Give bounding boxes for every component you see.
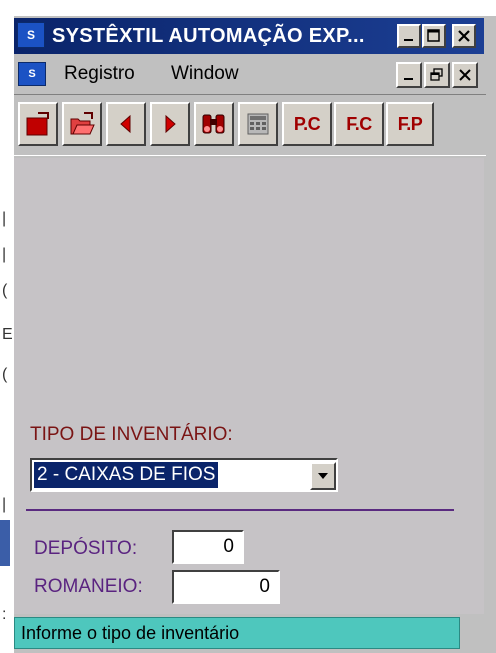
fc-button[interactable]: F.C	[334, 102, 384, 146]
section-divider	[26, 509, 454, 511]
open-record-button[interactable]	[62, 102, 102, 146]
arrow-left-icon	[120, 114, 131, 134]
background-glyph: (	[2, 366, 8, 383]
folder-red-icon	[26, 112, 49, 136]
tipo-inventario-label: TIPO DE INVENTÁRIO:	[30, 424, 233, 445]
chevron-down-icon	[318, 473, 328, 479]
menu-registro[interactable]: Registro	[64, 60, 135, 88]
background-glyph: |	[2, 496, 7, 513]
fp-label: F.P	[397, 113, 423, 134]
child-close-button[interactable]	[452, 62, 478, 88]
maximize-icon	[427, 29, 440, 42]
minimize-icon	[404, 39, 413, 41]
pc-button[interactable]: P.C	[282, 102, 332, 146]
search-button[interactable]	[194, 102, 234, 146]
background-glyph: |	[2, 246, 7, 263]
child-restore-button[interactable]	[424, 62, 450, 88]
tipo-inventario-value[interactable]: 2 - CAIXAS DE FIOS	[34, 462, 219, 488]
new-record-button[interactable]	[18, 102, 58, 146]
folder-open-icon	[70, 112, 95, 135]
child-minimize-button[interactable]	[396, 62, 422, 88]
calculator-button[interactable]	[238, 102, 278, 146]
systextil-icon[interactable]: S	[17, 22, 45, 48]
background-glyph: :	[2, 606, 7, 623]
minimize-button[interactable]	[397, 24, 421, 48]
romaneio-field[interactable]: 0	[172, 570, 280, 604]
document-system-icon[interactable]: S	[18, 62, 46, 86]
fc-label: F.C	[346, 113, 372, 134]
binoculars-icon	[202, 114, 225, 134]
fp-button[interactable]: F.P	[386, 102, 434, 146]
dropdown-button[interactable]	[310, 462, 336, 490]
arrow-right-icon	[165, 114, 176, 134]
deposito-field[interactable]: 0	[172, 530, 244, 564]
romaneio-label: ROMANEIO:	[34, 576, 143, 597]
maximize-button[interactable]	[422, 24, 446, 48]
menu-window[interactable]: Window	[171, 60, 239, 88]
close-button[interactable]	[452, 24, 476, 48]
background-glyph: |	[2, 210, 7, 227]
close-icon	[458, 30, 470, 42]
restore-icon	[430, 68, 443, 81]
deposito-label: DEPÓSITO:	[34, 538, 138, 559]
calculator-icon	[247, 113, 269, 135]
close-icon	[459, 69, 471, 81]
window-title: SYSTÊXTIL AUTOMAÇÃO EXP...	[52, 25, 365, 47]
background-glyph: (	[2, 282, 8, 299]
previous-button[interactable]	[106, 102, 146, 146]
status-bar: Informe o tipo de inventário	[14, 617, 460, 649]
background-window-fragment	[0, 520, 10, 566]
minimize-icon	[404, 78, 413, 80]
next-button[interactable]	[150, 102, 190, 146]
pc-label: P.C	[293, 113, 321, 134]
